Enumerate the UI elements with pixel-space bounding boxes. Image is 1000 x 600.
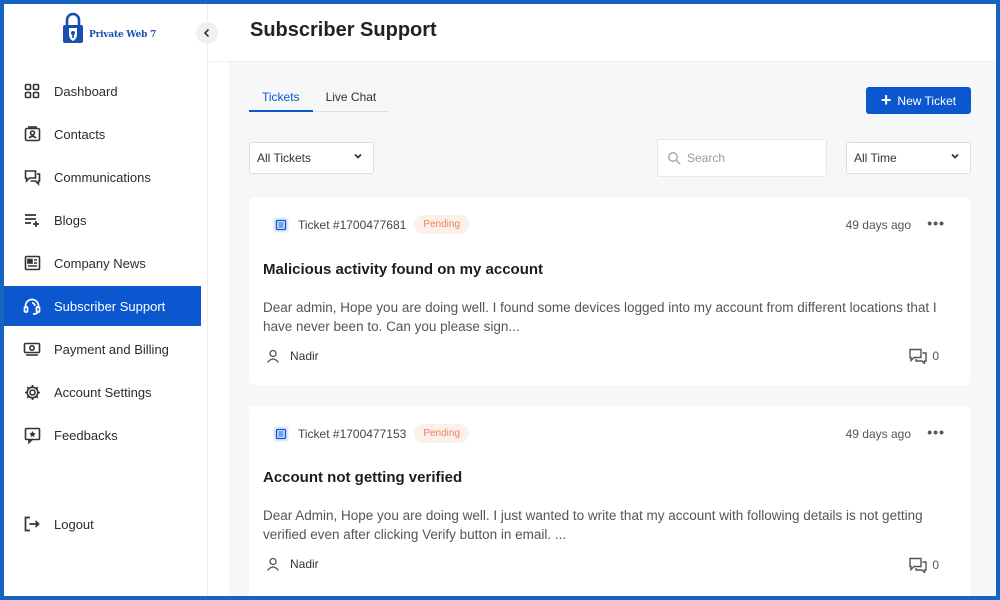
search-icon xyxy=(668,152,681,165)
brand-logo[interactable]: Private Web 7 xyxy=(60,12,156,46)
sidebar-item-communications[interactable]: Communications xyxy=(4,157,208,197)
author-name: Nadir xyxy=(290,349,319,363)
logout-icon xyxy=(23,515,41,533)
ticket-icon xyxy=(273,217,289,232)
ticket-title[interactable]: Account not getting verified xyxy=(263,469,462,486)
search-placeholder: Search xyxy=(687,151,726,165)
sidebar-item-label: Subscriber Support xyxy=(54,298,166,314)
sidebar-item-logout[interactable]: Logout xyxy=(4,504,201,544)
sidebar-item-company-news[interactable]: Company News xyxy=(4,243,208,283)
ticket-author: Nadir xyxy=(266,349,319,363)
time-filter-value: All Time xyxy=(854,151,897,165)
status-badge: Pending xyxy=(414,215,470,234)
ticket-preview: Dear admin, Hope you are doing well. I f… xyxy=(263,300,937,334)
user-icon xyxy=(266,557,280,571)
chevron-down-icon xyxy=(354,153,362,159)
more-options-icon[interactable]: ••• xyxy=(927,424,945,440)
sidebar-item-label: Payment and Billing xyxy=(54,341,169,357)
ticket-preview: Dear Admin, Hope you are doing well. I j… xyxy=(263,508,923,542)
ticket-title[interactable]: Malicious activity found on my account xyxy=(263,261,543,278)
sidebar-item-label: Communications xyxy=(54,169,151,185)
money-icon xyxy=(23,340,41,358)
sidebar-item-account-settings[interactable]: Account Settings xyxy=(4,372,208,412)
ticket-filter-value: All Tickets xyxy=(257,151,312,165)
headset-icon xyxy=(23,297,41,315)
comment-count-value: 0 xyxy=(932,558,939,572)
sidebar-item-feedbacks[interactable]: Feedbacks xyxy=(4,415,208,455)
sidebar-item-label: Dashboard xyxy=(54,83,118,99)
comments-icon xyxy=(909,348,928,364)
comments-icon xyxy=(909,557,928,573)
time-filter-select[interactable]: All Time xyxy=(846,142,971,174)
lock-logo-icon xyxy=(63,12,83,43)
chevron-left-icon xyxy=(203,28,210,38)
chat-icon xyxy=(23,168,41,186)
gear-icon xyxy=(23,383,41,401)
ticket-age: 49 days ago xyxy=(845,218,911,232)
sidebar-item-label: Contacts xyxy=(54,126,106,142)
ticket-card[interactable]: Ticket #1700477681 Pending 49 days ago •… xyxy=(249,197,970,385)
sidebar-item-label: Feedbacks xyxy=(54,427,118,443)
sidebar-item-label: Company News xyxy=(54,255,146,271)
comment-count[interactable]: 0 xyxy=(909,348,939,364)
sidebar-item-label: Blogs xyxy=(54,212,87,228)
brand-name: Private Web 7 xyxy=(89,30,157,40)
sidebar-nav: Dashboard Contacts Communications Blogs xyxy=(4,71,208,532)
sidebar-item-payment-billing[interactable]: Payment and Billing xyxy=(4,329,208,369)
sidebar: Private Web 7 Dashboard Contacts Communi… xyxy=(4,4,208,596)
ticket-id: Ticket #1700477681 xyxy=(298,217,407,232)
sidebar-item-contacts[interactable]: Contacts xyxy=(4,114,208,154)
main-content: Tickets Live Chat + New Ticket All Ticke… xyxy=(229,62,996,596)
tab-tickets[interactable]: Tickets xyxy=(249,90,313,112)
ticket-icon xyxy=(273,426,289,441)
grid-icon xyxy=(23,82,41,100)
ticket-meta: Ticket #1700477153 Pending xyxy=(273,424,470,443)
tab-bar: Tickets Live Chat xyxy=(249,90,390,112)
sidebar-item-blogs[interactable]: Blogs xyxy=(4,200,208,240)
author-name: Nadir xyxy=(290,557,319,571)
chevron-down-icon xyxy=(951,153,959,159)
status-badge: Pending xyxy=(414,424,470,443)
page-header: Subscriber Support xyxy=(209,4,996,62)
app-window: Private Web 7 Dashboard Contacts Communi… xyxy=(4,4,996,596)
collapse-sidebar-button[interactable] xyxy=(196,22,218,44)
ticket-id: Ticket #1700477153 xyxy=(298,426,407,441)
sidebar-item-subscriber-support[interactable]: Subscriber Support xyxy=(4,286,201,326)
sidebar-item-dashboard[interactable]: Dashboard xyxy=(4,71,208,111)
sidebar-item-label: Account Settings xyxy=(54,384,152,400)
contact-card-icon xyxy=(23,125,41,143)
list-add-icon xyxy=(23,211,41,229)
news-icon xyxy=(23,254,41,272)
ticket-meta: Ticket #1700477681 Pending xyxy=(273,215,470,234)
ticket-card[interactable]: Ticket #1700477153 Pending 49 days ago •… xyxy=(249,406,970,596)
comment-count-value: 0 xyxy=(932,349,939,363)
user-icon xyxy=(266,349,280,363)
new-ticket-button[interactable]: + New Ticket xyxy=(866,87,971,114)
page-title: Subscriber Support xyxy=(250,19,437,41)
tab-live-chat[interactable]: Live Chat xyxy=(313,90,390,111)
plus-icon: + xyxy=(880,89,892,110)
ticket-author: Nadir xyxy=(266,557,319,571)
ticket-age: 49 days ago xyxy=(845,427,911,441)
sidebar-item-label: Logout xyxy=(54,516,94,532)
search-input[interactable]: Search xyxy=(657,139,827,177)
comment-count[interactable]: 0 xyxy=(909,557,939,573)
ticket-filter-select[interactable]: All Tickets xyxy=(249,142,374,174)
feedback-star-icon xyxy=(23,426,41,444)
new-ticket-label: New Ticket xyxy=(897,93,957,108)
more-options-icon[interactable]: ••• xyxy=(927,215,945,231)
